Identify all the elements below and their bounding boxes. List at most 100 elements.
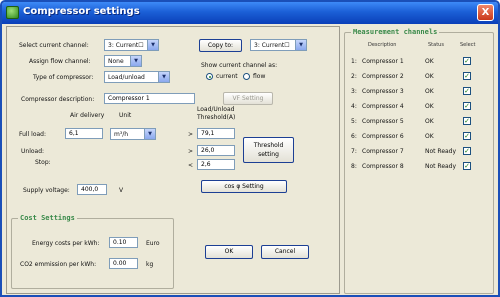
row-number: 8: — [351, 163, 357, 170]
threshold-setting-button[interactable]: Threshold setting — [243, 137, 294, 163]
threshold-full-input[interactable]: 79,1 — [197, 128, 235, 139]
row-description: Compressor 8 — [362, 163, 404, 170]
table-row: 3: Compressor 3 OK ✓ — [348, 86, 486, 97]
row-number: 5: — [351, 118, 357, 125]
app-icon — [6, 6, 19, 19]
threshold-header-line2: Threshold(A) — [197, 114, 236, 121]
row-description: Compressor 3 — [362, 88, 404, 95]
row-description: Compressor 7 — [362, 148, 404, 155]
row-status: OK — [425, 58, 434, 65]
row-status: OK — [425, 73, 434, 80]
window-title: Compressor settings — [23, 6, 140, 17]
copy-target-value: 3: Current☐ — [254, 42, 290, 49]
unit-dropdown[interactable]: m³/h ▼ — [110, 128, 156, 140]
threshold-button-line1: Threshold — [253, 142, 284, 149]
unload-label: Unload: — [21, 148, 45, 155]
threshold-unload-input[interactable]: 26,0 — [197, 145, 235, 156]
threshold-button-line2: setting — [258, 151, 279, 158]
radio-flow-label: flow — [253, 73, 266, 80]
co2-emission-input[interactable]: 0.00 — [109, 258, 138, 269]
cost-settings-group: Cost Settings Energy costs per kWh: 0.10… — [11, 214, 174, 289]
row-status: Not Ready — [425, 148, 457, 155]
assign-flow-value: None — [108, 58, 124, 65]
row-select-checkbox[interactable]: ✓ — [463, 162, 471, 170]
air-delivery-header: Air delivery — [70, 112, 105, 119]
assign-flow-label: Assign flow channel: — [29, 58, 91, 65]
cancel-button[interactable]: Cancel — [261, 245, 309, 259]
compressor-settings-window: Compressor settings X Select current cha… — [0, 0, 500, 297]
table-row: 2: Compressor 2 OK ✓ — [348, 71, 486, 82]
column-header-select: Select — [460, 42, 476, 48]
supply-voltage-unit: V — [119, 187, 124, 194]
chevron-down-icon[interactable]: ▼ — [158, 72, 169, 82]
row-description: Compressor 5 — [362, 118, 404, 125]
close-button[interactable]: X — [477, 4, 494, 21]
measurement-channels-title: Measurement channels — [351, 28, 440, 36]
row-number: 2: — [351, 73, 357, 80]
row-description: Compressor 4 — [362, 103, 404, 110]
table-row: 5: Compressor 5 OK ✓ — [348, 116, 486, 127]
co2-emission-unit: kg — [146, 261, 154, 268]
select-channel-value: 3: Current☐ — [108, 42, 144, 49]
full-load-label: Full load: — [19, 131, 47, 138]
copy-to-button[interactable]: Copy to: — [199, 39, 242, 52]
row-number: 6: — [351, 133, 357, 140]
compressor-type-dropdown[interactable]: Load/unload ▼ — [104, 71, 170, 83]
chevron-down-icon[interactable]: ▼ — [144, 129, 155, 139]
supply-voltage-label: Supply voltage: — [23, 187, 70, 194]
table-row: 8: Compressor 8 Not Ready ✓ — [348, 161, 486, 172]
row-select-checkbox[interactable]: ✓ — [463, 117, 471, 125]
chevron-down-icon[interactable]: ▼ — [295, 40, 306, 50]
chevron-down-icon[interactable]: ▼ — [147, 40, 158, 50]
select-channel-dropdown[interactable]: 3: Current☐ ▼ — [104, 39, 159, 51]
energy-costs-unit: Euro — [146, 240, 160, 247]
description-label: Compressor description: — [21, 96, 95, 103]
row-description: Compressor 6 — [362, 133, 404, 140]
unit-header: Unit — [119, 112, 132, 119]
energy-costs-input[interactable]: 0.10 — [109, 237, 138, 248]
radio-current[interactable] — [206, 73, 213, 80]
title-bar[interactable]: Compressor settings X — [2, 2, 498, 24]
row-description: Compressor 2 — [362, 73, 404, 80]
table-row: 6: Compressor 6 OK ✓ — [348, 131, 486, 142]
supply-voltage-input[interactable]: 400,0 — [77, 184, 107, 195]
full-load-input[interactable]: 6,1 — [65, 128, 103, 139]
threshold-stop-input[interactable]: 2,6 — [197, 159, 235, 170]
description-input[interactable]: Compressor 1 — [104, 93, 195, 104]
row-number: 7: — [351, 148, 357, 155]
row-status: OK — [425, 118, 434, 125]
ok-button[interactable]: OK — [205, 245, 253, 259]
compressor-type-value: Load/unload — [108, 74, 145, 81]
row-status: OK — [425, 103, 434, 110]
copy-target-dropdown[interactable]: 3: Current☐ ▼ — [250, 39, 307, 51]
row-number: 1: — [351, 58, 357, 65]
unit-value: m³/h — [114, 131, 129, 138]
table-row: 1: Compressor 1 OK ✓ — [348, 56, 486, 67]
column-header-status: Status — [428, 42, 444, 48]
row-select-checkbox[interactable]: ✓ — [463, 132, 471, 140]
row-select-checkbox[interactable]: ✓ — [463, 102, 471, 110]
row-select-checkbox[interactable]: ✓ — [463, 72, 471, 80]
row-number: 4: — [351, 103, 357, 110]
column-header-description: Description — [368, 42, 397, 48]
chevron-down-icon[interactable]: ▼ — [130, 56, 141, 66]
select-channel-label: Select current channel: — [19, 42, 89, 49]
show-channel-label: Show current channel as: — [201, 62, 278, 69]
energy-costs-label: Energy costs per kWh: — [32, 240, 100, 247]
row-number: 3: — [351, 88, 357, 95]
radio-flow[interactable] — [243, 73, 250, 80]
row-select-checkbox[interactable]: ✓ — [463, 147, 471, 155]
assign-flow-dropdown[interactable]: None ▼ — [104, 55, 142, 67]
cost-settings-title: Cost Settings — [18, 214, 77, 222]
row-select-checkbox[interactable]: ✓ — [463, 87, 471, 95]
row-select-checkbox[interactable]: ✓ — [463, 57, 471, 65]
vf-setting-button[interactable]: VF Setting — [223, 92, 273, 105]
co2-emission-label: CO2 emmission per kWh: — [20, 261, 97, 268]
row-status: OK — [425, 88, 434, 95]
compressor-type-label: Type of compressor: — [33, 74, 94, 81]
table-row: 4: Compressor 4 OK ✓ — [348, 101, 486, 112]
cos-phi-setting-button[interactable]: cos φ Setting — [201, 180, 287, 193]
threshold-header-line1: Load/Unload — [197, 106, 235, 113]
operator-gt: > — [188, 131, 194, 138]
row-status: Not Ready — [425, 163, 457, 170]
